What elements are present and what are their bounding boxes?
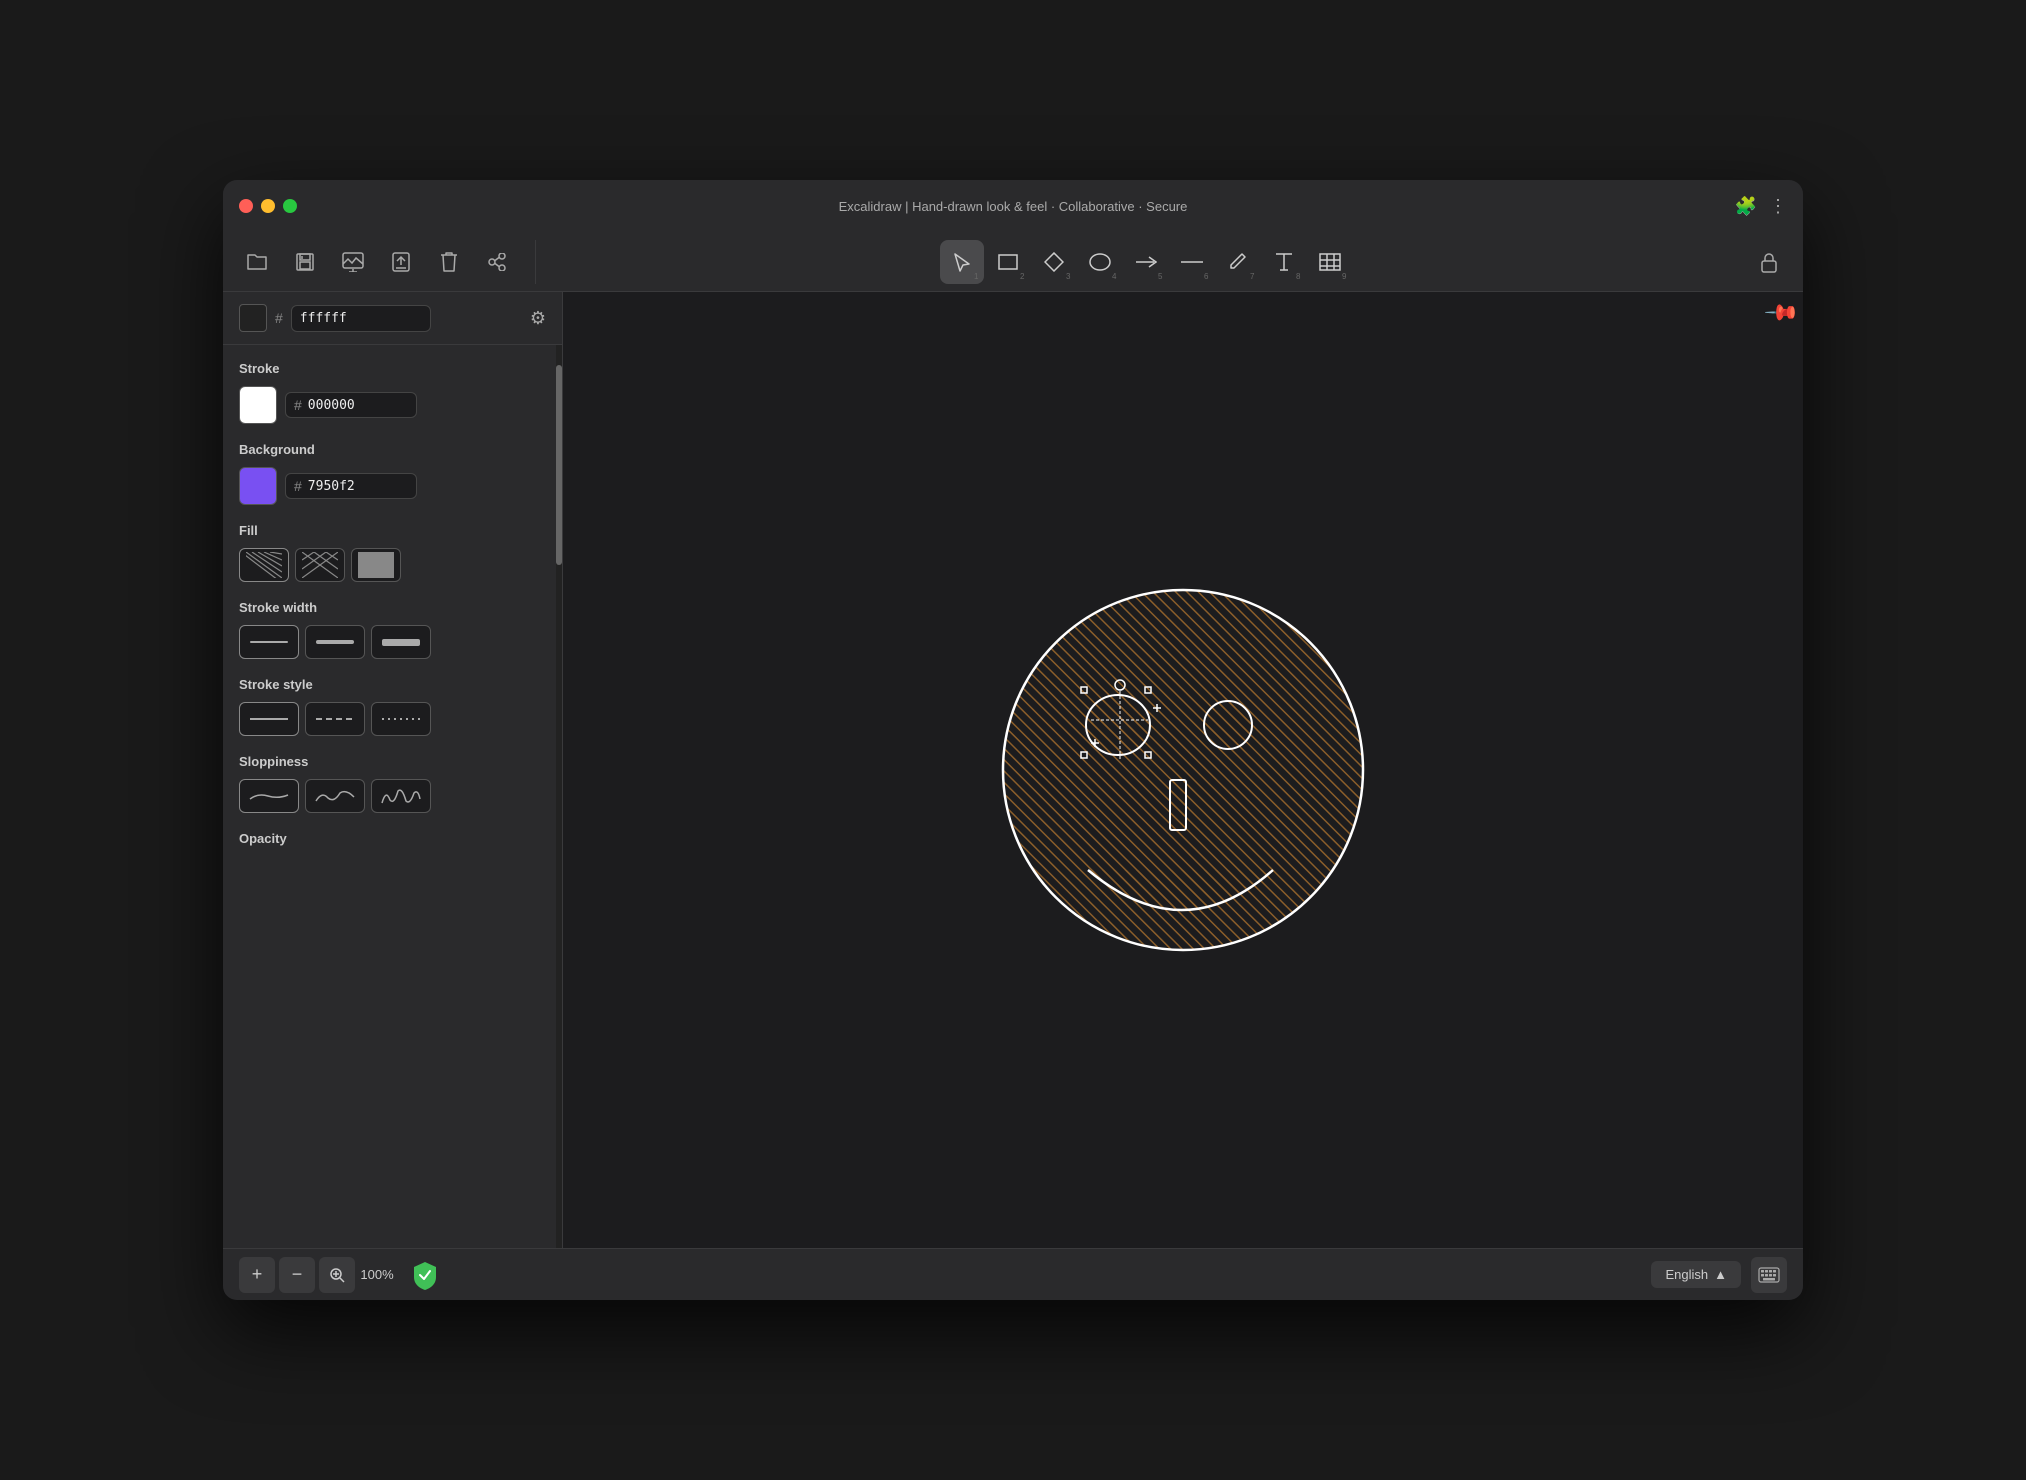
zoom-out-button[interactable]: −	[279, 1257, 315, 1293]
chevron-up-icon: ▲	[1714, 1267, 1727, 1282]
sidebar-content: Stroke # Background	[223, 345, 556, 1248]
stroke-width-label: Stroke width	[239, 600, 540, 615]
background-section: Background #	[239, 442, 540, 505]
tool-select[interactable]: 1	[940, 240, 984, 284]
background-row: #	[239, 467, 540, 505]
sloppiness-medium[interactable]	[305, 779, 365, 813]
opacity-label: Opacity	[239, 831, 540, 846]
maximize-button[interactable]	[283, 199, 297, 213]
export-image-button[interactable]	[331, 240, 375, 284]
stroke-width-options	[239, 625, 540, 659]
tool-arrow[interactable]: 5	[1124, 240, 1168, 284]
toolbar-right	[1747, 240, 1791, 284]
toolbar: 1 2 3	[223, 232, 1803, 292]
export-button[interactable]	[379, 240, 423, 284]
stroke-style-dotted[interactable]	[371, 702, 431, 736]
stroke-style-solid[interactable]	[239, 702, 299, 736]
zoom-fit-button[interactable]	[319, 1257, 355, 1293]
zoom-controls: + − 100%	[239, 1257, 443, 1293]
stroke-style-dashed[interactable]	[305, 702, 365, 736]
traffic-lights	[239, 199, 297, 213]
lock-button[interactable]	[1747, 240, 1791, 284]
stroke-style-label: Stroke style	[239, 677, 540, 692]
canvas-drawing	[943, 530, 1423, 1010]
bottom-bar: + − 100%	[223, 1248, 1803, 1300]
extensions-icon[interactable]: 🧩	[1735, 196, 1757, 217]
app-body: 1 2 3	[223, 232, 1803, 1300]
sloppiness-section: Sloppiness	[239, 754, 540, 813]
canvas-color-row: # ⚙	[223, 292, 562, 345]
sloppiness-low[interactable]	[239, 779, 299, 813]
sloppiness-options	[239, 779, 540, 813]
zoom-level[interactable]: 100%	[359, 1267, 395, 1282]
tool-ellipse[interactable]: 4	[1078, 240, 1122, 284]
canvas-color-swatch[interactable]	[239, 304, 267, 332]
delete-button[interactable]	[427, 240, 471, 284]
fill-crosshatch[interactable]	[295, 548, 345, 582]
tool-image[interactable]: 9	[1308, 240, 1352, 284]
stroke-style-section: Stroke style	[239, 677, 540, 736]
sloppiness-high[interactable]	[371, 779, 431, 813]
sidebar: # ⚙ Stroke #	[223, 292, 563, 1248]
tool-diamond[interactable]: 3	[1032, 240, 1076, 284]
titlebar: Excalidraw | Hand-drawn look & feel · Co…	[223, 180, 1803, 232]
sidebar-scrollbar-thumb	[556, 365, 562, 565]
stroke-style-options	[239, 702, 540, 736]
background-color-swatch[interactable]	[239, 467, 277, 505]
stroke-label: Stroke	[239, 361, 540, 376]
language-selector: English ▲	[1651, 1257, 1787, 1293]
fill-options	[239, 548, 540, 582]
titlebar-actions: 🧩 ⋮	[1735, 196, 1787, 217]
sidebar-scrollbar[interactable]	[556, 345, 562, 1248]
sloppiness-label: Sloppiness	[239, 754, 540, 769]
stroke-row: #	[239, 386, 540, 424]
opacity-section: Opacity	[239, 831, 540, 846]
sidebar-scroll-container: Stroke # Background	[223, 345, 562, 1248]
fill-solid[interactable]	[351, 548, 401, 582]
toolbar-tools: 1 2 3	[548, 240, 1743, 284]
close-button[interactable]	[239, 199, 253, 213]
toolbar-file-actions	[235, 240, 536, 284]
open-button[interactable]	[235, 240, 279, 284]
fill-hatch[interactable]	[239, 548, 289, 582]
save-button[interactable]	[283, 240, 327, 284]
minimize-button[interactable]	[261, 199, 275, 213]
stroke-width-section: Stroke width	[239, 600, 540, 659]
stroke-width-thin[interactable]	[239, 625, 299, 659]
background-color-input[interactable]	[308, 479, 408, 494]
canvas-color-input[interactable]	[291, 305, 431, 332]
menu-icon[interactable]: ⋮	[1769, 196, 1787, 217]
shield-button[interactable]	[407, 1257, 443, 1293]
fill-section: Fill	[239, 523, 540, 582]
keyboard-button[interactable]	[1751, 1257, 1787, 1293]
tool-rectangle[interactable]: 2	[986, 240, 1030, 284]
stroke-section: Stroke #	[239, 361, 540, 424]
canvas-area[interactable]: 📌	[563, 292, 1803, 1248]
app-window: Excalidraw | Hand-drawn look & feel · Co…	[223, 180, 1803, 1300]
tool-text[interactable]: 8	[1262, 240, 1306, 284]
tool-pencil[interactable]: 7	[1216, 240, 1260, 284]
tool-line[interactable]: 6	[1170, 240, 1214, 284]
background-label: Background	[239, 442, 540, 457]
language-button[interactable]: English ▲	[1651, 1261, 1741, 1288]
stroke-color-input[interactable]	[308, 398, 408, 413]
color-settings-button[interactable]: ⚙	[530, 308, 546, 329]
stroke-color-input-row: #	[285, 392, 417, 418]
stroke-width-thick[interactable]	[371, 625, 431, 659]
stroke-color-swatch[interactable]	[239, 386, 277, 424]
fill-label: Fill	[239, 523, 540, 538]
canvas-content	[563, 292, 1803, 1248]
main-area: # ⚙ Stroke #	[223, 292, 1803, 1248]
window-title: Excalidraw | Hand-drawn look & feel · Co…	[839, 199, 1188, 214]
language-label: English	[1665, 1267, 1708, 1282]
share-button[interactable]	[475, 240, 519, 284]
stroke-width-medium[interactable]	[305, 625, 365, 659]
background-color-input-row: #	[285, 473, 417, 499]
zoom-in-button[interactable]: +	[239, 1257, 275, 1293]
